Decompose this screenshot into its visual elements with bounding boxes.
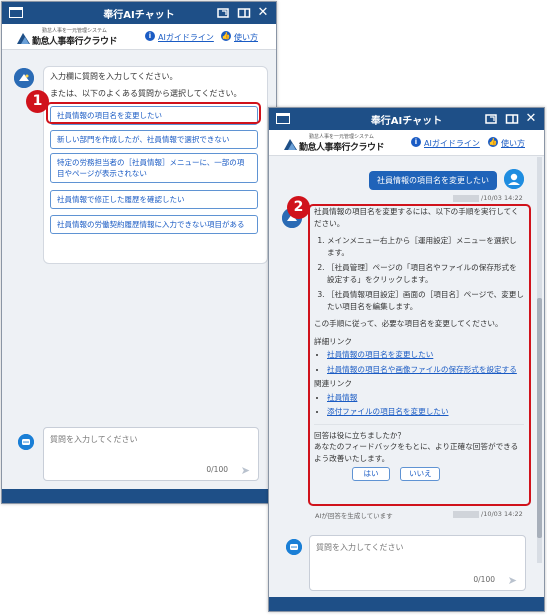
feedback-text: あなたのフィードバックをもとに、より正確な回答ができるよう改善いたします。	[314, 442, 519, 463]
window-title: 奉行AIチャット	[103, 10, 175, 21]
chat-icon	[18, 434, 34, 450]
product-logo: 勤怠人事を一元管理システム 勤怠人事奉行クラウド	[283, 133, 391, 153]
panel-icon[interactable]	[505, 112, 519, 126]
related-links: 社員情報 添付ファイルの項目名を変更したい	[314, 392, 524, 418]
user-message: 社員情報の項目名を変更したい	[369, 171, 497, 190]
answer-outro: この手順に従って、必要な項目名を変更してください。	[314, 319, 503, 328]
ai-guideline-link[interactable]: AIガイドライン	[424, 138, 480, 149]
step-item: メインメニュー右上から［運用設定］メニューを選択します。	[327, 235, 524, 258]
popout-icon[interactable]	[484, 112, 498, 126]
thumbs-up-icon: 👍	[221, 31, 231, 41]
title-bar: 奉行AIチャット ✕	[2, 2, 276, 24]
faq-item[interactable]: 社員情報で修正した履歴を確認したい	[50, 190, 258, 209]
logo-text: 勤怠人事奉行クラウド	[299, 143, 385, 153]
popout-icon[interactable]	[216, 6, 230, 20]
header: 勤怠人事を一元管理システム 勤怠人事奉行クラウド i AIガイドライン 👍 使い…	[2, 24, 276, 50]
prompt-line-2: または、以下のよくある質問から選択してください。	[50, 89, 242, 98]
question-input[interactable]: 質問を入力してください 0/100 ➤	[309, 535, 526, 591]
divider	[314, 423, 524, 425]
detail-heading: 詳細リンク	[314, 336, 352, 346]
detail-link[interactable]: 社員情報の項目名を変更したい	[327, 350, 433, 359]
logo-subtitle: 勤怠人事を一元管理システム	[42, 28, 107, 34]
question-input[interactable]: 質問を入力してください 0/100 ➤	[43, 427, 259, 481]
detail-link[interactable]: 社員情報の項目名や画像ファイルの保存形式を設定する	[327, 365, 517, 374]
send-icon[interactable]: ➤	[508, 574, 517, 587]
logo-text: 勤怠人事奉行クラウド	[32, 37, 118, 47]
bot-message-bubble: 入力欄に質問を入力してください。 または、以下のよくある質問から選択してください…	[43, 66, 268, 264]
header: 勤怠人事を一元管理システム 勤怠人事奉行クラウド i AIガイドライン 👍 使い…	[269, 130, 544, 156]
logo-subtitle: 勤怠人事を一元管理システム	[309, 134, 374, 140]
yes-button[interactable]: はい	[352, 467, 390, 481]
feedback-question: 回答は役に立ちましたか？	[314, 430, 406, 440]
bot-avatar	[14, 68, 34, 88]
close-icon[interactable]: ✕	[524, 112, 538, 126]
user-timestamp: /10/03 14:22	[453, 194, 523, 202]
bottom-bar	[269, 597, 544, 611]
send-icon[interactable]: ➤	[241, 464, 250, 477]
ai-note: AIが回答を生成しています	[315, 512, 393, 520]
ai-timestamp: /10/03 14:22	[453, 510, 523, 518]
bot-answer: 社員情報の項目名を変更するには、以下の手順を実行してください。 メインメニュー右…	[314, 206, 524, 481]
info-icon: i	[411, 137, 421, 147]
faq-item[interactable]: 新しい部門を作成したが、社員情報で選択できない	[50, 130, 258, 149]
faq-item[interactable]: 社員情報の労働契約履歴情報に入力できない項目がある	[50, 215, 258, 234]
steps-list: メインメニュー右上から［運用設定］メニューを選択します。 ［社員管理］ページの「…	[314, 235, 524, 312]
thumbs-up-icon: 👍	[488, 137, 498, 147]
step-badge: 1	[26, 90, 49, 113]
input-placeholder: 質問を入力してください	[50, 435, 138, 444]
title-bar: 奉行AIチャット ✕	[269, 108, 544, 130]
user-avatar	[504, 169, 524, 189]
step-item: ［社員情報項目設定］画面の［項目名］ページで、変更したい項目名を編集します。	[327, 289, 524, 312]
detail-links: 社員情報の項目名を変更したい 社員情報の項目名や画像ファイルの保存形式を設定する	[314, 349, 524, 375]
related-heading: 関連リンク	[314, 379, 352, 388]
chat-icon	[286, 539, 302, 555]
char-counter: 0/100	[206, 465, 228, 474]
related-link[interactable]: 社員情報	[327, 393, 357, 402]
highlight-box	[46, 102, 261, 124]
chat-window-2: 奉行AIチャット ✕ 勤怠人事を一元管理システム 勤怠人事奉行クラウド i AI…	[268, 107, 545, 612]
scrollbar-thumb[interactable]	[537, 298, 542, 538]
prompt-line-1: 入力欄に質問を入力してください。	[50, 72, 178, 81]
howto-link[interactable]: 使い方	[234, 32, 258, 43]
logo-mark-icon	[284, 139, 297, 150]
info-icon: i	[145, 31, 155, 41]
char-counter: 0/100	[473, 575, 495, 584]
howto-link[interactable]: 使い方	[501, 138, 525, 149]
ai-guideline-link[interactable]: AIガイドライン	[158, 32, 214, 43]
chat-window-1: 奉行AIチャット ✕ 勤怠人事を一元管理システム 勤怠人事奉行クラウド i AI…	[1, 1, 277, 504]
logo-mark-icon	[17, 33, 30, 44]
product-logo: 勤怠人事を一元管理システム 勤怠人事奉行クラウド	[16, 27, 124, 47]
step-badge: 2	[287, 196, 310, 219]
related-link[interactable]: 添付ファイルの項目名を変更したい	[327, 407, 449, 416]
step-item: ［社員管理］ページの「項目名やファイルの保存形式を設定する」をクリックします。	[327, 262, 524, 285]
close-icon[interactable]: ✕	[256, 6, 270, 20]
no-button[interactable]: いいえ	[400, 467, 441, 481]
answer-intro: 社員情報の項目名を変更するには、以下の手順を実行してください。	[314, 207, 519, 228]
window-title: 奉行AIチャット	[370, 116, 443, 127]
panel-icon[interactable]	[237, 6, 251, 20]
input-placeholder: 質問を入力してください	[316, 543, 404, 552]
faq-item[interactable]: 特定の労務担当者の［社員情報］メニューに、一部の項目やページが表示されない	[50, 153, 258, 183]
bottom-bar	[2, 489, 276, 503]
